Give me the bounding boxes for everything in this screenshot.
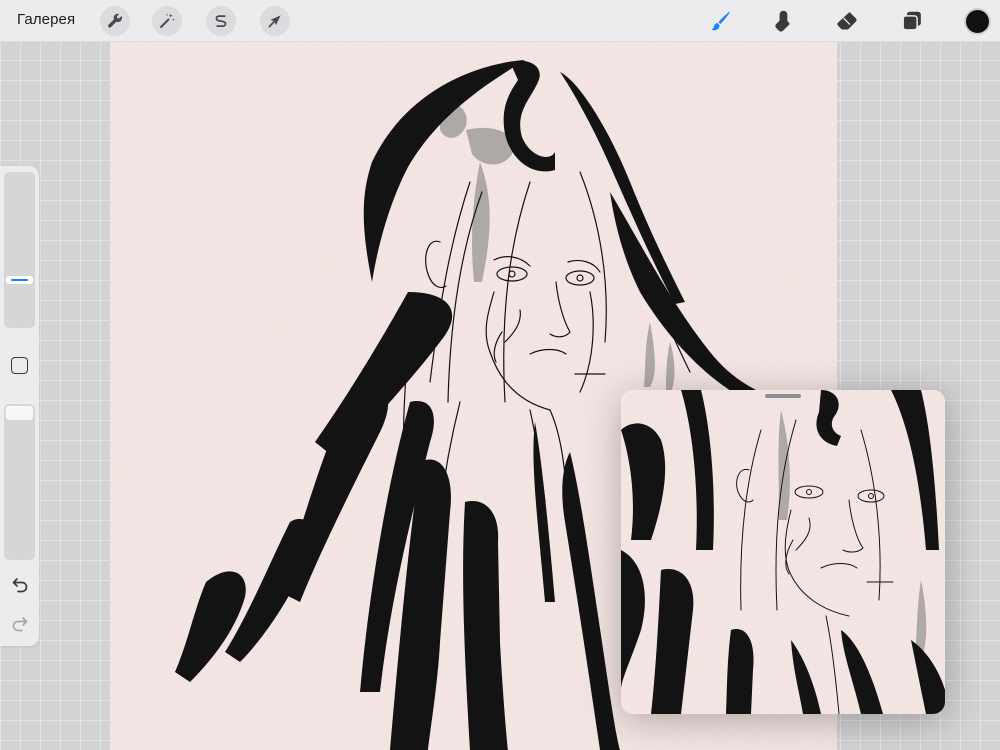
modify-square-icon[interactable] — [11, 357, 28, 374]
eraser-icon — [837, 11, 857, 30]
brush-size-slider[interactable] — [4, 172, 35, 328]
wrench-icon — [108, 13, 122, 28]
selection-s-icon — [215, 15, 227, 27]
arrow-cursor-icon — [268, 15, 281, 28]
layers-icon — [902, 11, 921, 31]
reference-drag-handle[interactable] — [765, 394, 801, 398]
actions-button[interactable] — [100, 6, 130, 36]
magic-wand-icon — [160, 13, 175, 28]
transform-button[interactable] — [260, 6, 290, 36]
brush-size-handle[interactable] — [6, 275, 33, 284]
redo-icon[interactable] — [10, 613, 30, 633]
undo-icon[interactable] — [10, 574, 30, 594]
left-sidebar — [0, 166, 39, 646]
top-toolbar: Галерея — [0, 0, 1000, 42]
selection-button[interactable] — [206, 6, 236, 36]
opacity-handle[interactable] — [6, 406, 33, 420]
eraser-tool-button[interactable] — [832, 6, 862, 36]
reference-image — [621, 390, 945, 714]
brush-tool-button[interactable] — [705, 6, 735, 36]
reference-window[interactable] — [621, 390, 945, 714]
opacity-slider[interactable] — [4, 404, 35, 560]
gallery-button[interactable]: Галерея — [17, 11, 75, 28]
smudge-tool-button[interactable] — [768, 6, 798, 36]
smudge-icon — [775, 10, 790, 32]
color-picker-swatch[interactable] — [964, 8, 991, 35]
brush-icon — [711, 11, 731, 31]
adjustments-button[interactable] — [152, 6, 182, 36]
layers-button[interactable] — [897, 6, 927, 36]
